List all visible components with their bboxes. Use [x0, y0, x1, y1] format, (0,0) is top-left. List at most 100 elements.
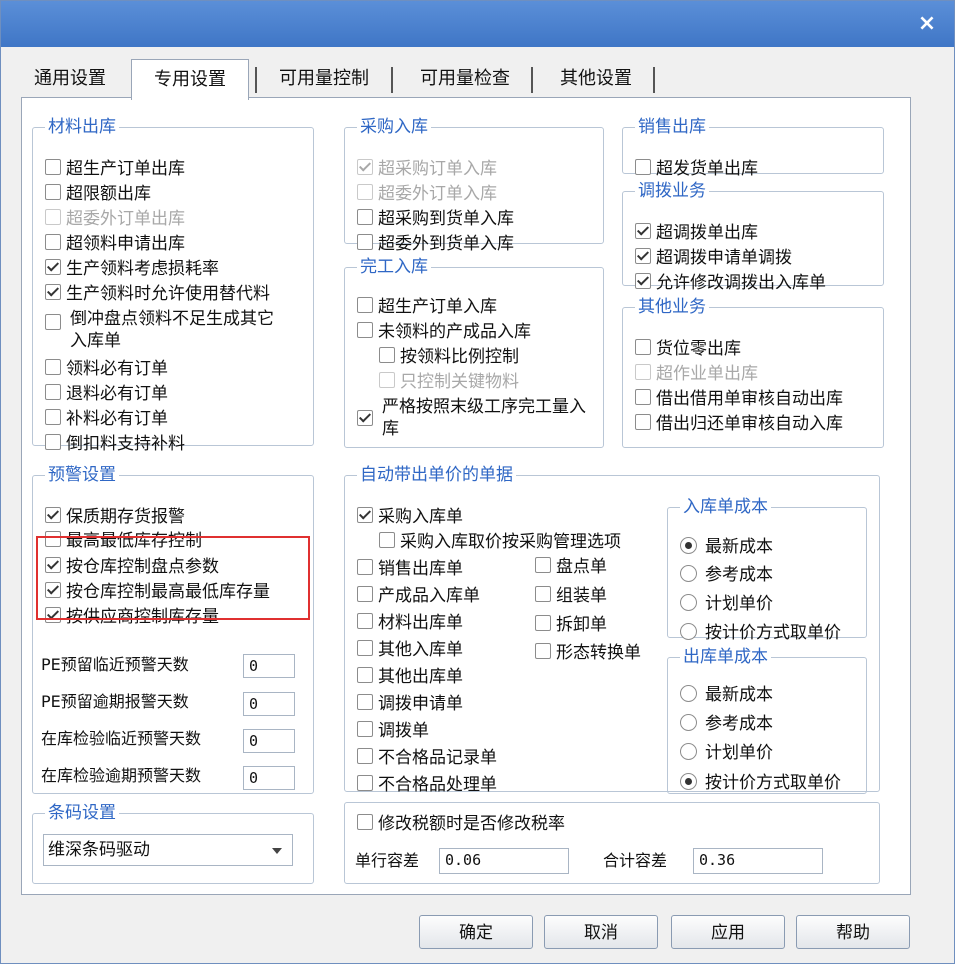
checkbox-allow-modify-transfer-docs[interactable]: 允许修改调拨出入库单 — [635, 272, 826, 294]
checkbox-over-purchase-order-in[interactable]: 超采购订单入库 — [357, 158, 497, 180]
radio-out-reference-cost[interactable]: 参考成本 — [680, 713, 773, 735]
checkbox-requisition-needs-order[interactable]: 领料必有订单 — [45, 358, 168, 380]
checkbox-box[interactable] — [45, 259, 61, 275]
checkbox-box[interactable] — [45, 314, 61, 330]
radio-button[interactable] — [680, 594, 697, 611]
checkbox-over-outsource-arrival-in[interactable]: 超委外到货单入库 — [357, 233, 514, 255]
checkbox-box[interactable] — [357, 297, 373, 313]
checkbox-box[interactable] — [535, 586, 551, 602]
checkbox-backflush-supports-supplement[interactable]: 倒扣料支持补料 — [45, 433, 185, 455]
radio-out-valuation-price[interactable]: 按计价方式取单价 — [680, 772, 841, 794]
inspection-overdue-warning-input[interactable]: 0 — [243, 766, 295, 790]
checkbox-box[interactable] — [357, 748, 373, 764]
checkbox-box[interactable] — [357, 721, 373, 737]
checkbox-box[interactable] — [45, 184, 61, 200]
radio-button[interactable] — [680, 773, 697, 790]
checkbox-strict-final-process-in[interactable]: 严格按照末级工序完工量入库 — [357, 396, 593, 440]
checkbox-other-in-doc[interactable]: 其他入库单 — [357, 639, 463, 661]
checkbox-over-outsource-order-in[interactable]: 超委外订单入库 — [357, 183, 497, 205]
checkbox-box[interactable] — [357, 613, 373, 629]
checkbox-return-auto-in[interactable]: 借出归还单审核自动入库 — [635, 413, 843, 435]
radio-button[interactable] — [680, 565, 697, 582]
checkbox-box[interactable] — [535, 643, 551, 659]
checkbox-transfer-doc[interactable]: 调拨单 — [357, 720, 429, 742]
checkbox-unrequisitioned-product-in[interactable]: 未领料的产成品入库 — [357, 321, 531, 343]
checkbox-box[interactable] — [45, 507, 61, 523]
checkbox-over-quota-out[interactable]: 超限额出库 — [45, 183, 151, 205]
checkbox-over-purchase-arrival-in[interactable]: 超采购到货单入库 — [357, 208, 514, 230]
checkbox-over-transfer-out[interactable]: 超调拨单出库 — [635, 222, 758, 244]
checkbox-box[interactable] — [45, 284, 61, 300]
checkbox-box[interactable] — [45, 234, 61, 250]
pe-reserve-near-warning-input[interactable]: 0 — [243, 654, 295, 678]
apply-button[interactable]: 应用 — [671, 915, 785, 949]
radio-button[interactable] — [680, 743, 697, 760]
checkbox-box[interactable] — [635, 339, 651, 355]
checkbox-box[interactable] — [357, 209, 373, 225]
checkbox-control-by-requisition-ratio[interactable]: 按领料比例控制 — [379, 346, 519, 368]
cancel-button[interactable]: 取消 — [544, 915, 658, 949]
close-button[interactable]: × — [912, 9, 942, 39]
checkbox-return-needs-order[interactable]: 退料必有订单 — [45, 383, 168, 405]
radio-in-reference-cost[interactable]: 参考成本 — [680, 564, 773, 586]
radio-button[interactable] — [680, 537, 697, 554]
radio-button[interactable] — [680, 685, 697, 702]
checkbox-box[interactable] — [635, 364, 651, 380]
checkbox-box[interactable] — [379, 347, 395, 363]
checkbox-shelf-life-alarm[interactable]: 保质期存货报警 — [45, 506, 185, 528]
checkbox-supplement-needs-order[interactable]: 补料必有订单 — [45, 408, 168, 430]
checkbox-product-in-doc[interactable]: 产成品入库单 — [357, 585, 480, 607]
radio-out-latest-cost[interactable]: 最新成本 — [680, 684, 773, 706]
checkbox-nonconforming-handling-doc[interactable]: 不合格品处理单 — [357, 774, 497, 796]
checkbox-backflush-generate-other-in[interactable]: 倒冲盘点领料不足生成其它入库单 — [45, 308, 283, 352]
checkbox-purchase-price-by-option[interactable]: 采购入库取价按采购管理选项 — [379, 531, 621, 553]
checkbox-over-transfer-request[interactable]: 超调拨申请单调拨 — [635, 247, 792, 269]
checkbox-box[interactable] — [45, 209, 61, 225]
checkbox-allow-substitute[interactable]: 生产领料时允许使用替代料 — [45, 283, 270, 305]
pe-reserve-overdue-alarm-input[interactable]: 0 — [243, 692, 295, 716]
checkbox-box[interactable] — [45, 409, 61, 425]
tab-availability-control[interactable]: 可用量控制 — [255, 61, 393, 97]
checkbox-box[interactable] — [357, 775, 373, 791]
checkbox-box[interactable] — [357, 322, 373, 338]
checkbox-box[interactable] — [357, 410, 373, 426]
checkbox-sales-out-doc[interactable]: 销售出库单 — [357, 558, 463, 580]
checkbox-box[interactable] — [357, 234, 373, 250]
radio-out-planned-price[interactable]: 计划单价 — [680, 742, 773, 764]
checkbox-box[interactable] — [357, 694, 373, 710]
checkbox-control-key-materials-only[interactable]: 只控制关键物料 — [379, 371, 519, 393]
checkbox-box[interactable] — [635, 223, 651, 239]
checkbox-purchase-in-doc[interactable]: 采购入库单 — [357, 506, 463, 528]
tab-general[interactable]: 通用设置 — [15, 61, 125, 97]
help-button[interactable]: 帮助 — [796, 915, 910, 949]
inspection-near-warning-input[interactable]: 0 — [243, 729, 295, 753]
checkbox-box[interactable] — [635, 414, 651, 430]
checkbox-box[interactable] — [357, 586, 373, 602]
checkbox-over-requisition-out[interactable]: 超领料申请出库 — [45, 233, 185, 255]
checkbox-over-work-order-out[interactable]: 超作业单出库 — [635, 363, 758, 385]
checkbox-box[interactable] — [45, 434, 61, 450]
checkbox-nonconforming-record-doc[interactable]: 不合格品记录单 — [357, 747, 497, 769]
checkbox-box[interactable] — [635, 248, 651, 264]
radio-in-latest-cost[interactable]: 最新成本 — [680, 536, 773, 558]
checkbox-assembly-doc[interactable]: 组装单 — [535, 585, 607, 607]
radio-in-valuation-price[interactable]: 按计价方式取单价 — [680, 622, 841, 644]
chevron-down-icon[interactable] — [272, 848, 282, 854]
tab-other-settings[interactable]: 其他设置 — [537, 61, 655, 97]
checkbox-box[interactable] — [635, 389, 651, 405]
checkbox-box[interactable] — [357, 640, 373, 656]
barcode-driver-select[interactable]: 维深条码驱动 — [43, 834, 293, 866]
checkbox-disassembly-doc[interactable]: 拆卸单 — [535, 614, 607, 636]
checkbox-box[interactable] — [357, 507, 373, 523]
checkbox-box[interactable] — [379, 532, 395, 548]
checkbox-box[interactable] — [535, 615, 551, 631]
ok-button[interactable]: 确定 — [419, 915, 533, 949]
checkbox-over-outsource-order-out[interactable]: 超委外订单出库 — [45, 208, 185, 230]
checkbox-box[interactable] — [379, 372, 395, 388]
row-tolerance-input[interactable]: 0.06 — [439, 848, 569, 874]
checkbox-other-out-doc[interactable]: 其他出库单 — [357, 666, 463, 688]
tab-availability-check[interactable]: 可用量检查 — [397, 61, 533, 97]
radio-button[interactable] — [680, 714, 697, 731]
checkbox-box[interactable] — [45, 384, 61, 400]
checkbox-inventory-count-doc[interactable]: 盘点单 — [535, 556, 607, 578]
